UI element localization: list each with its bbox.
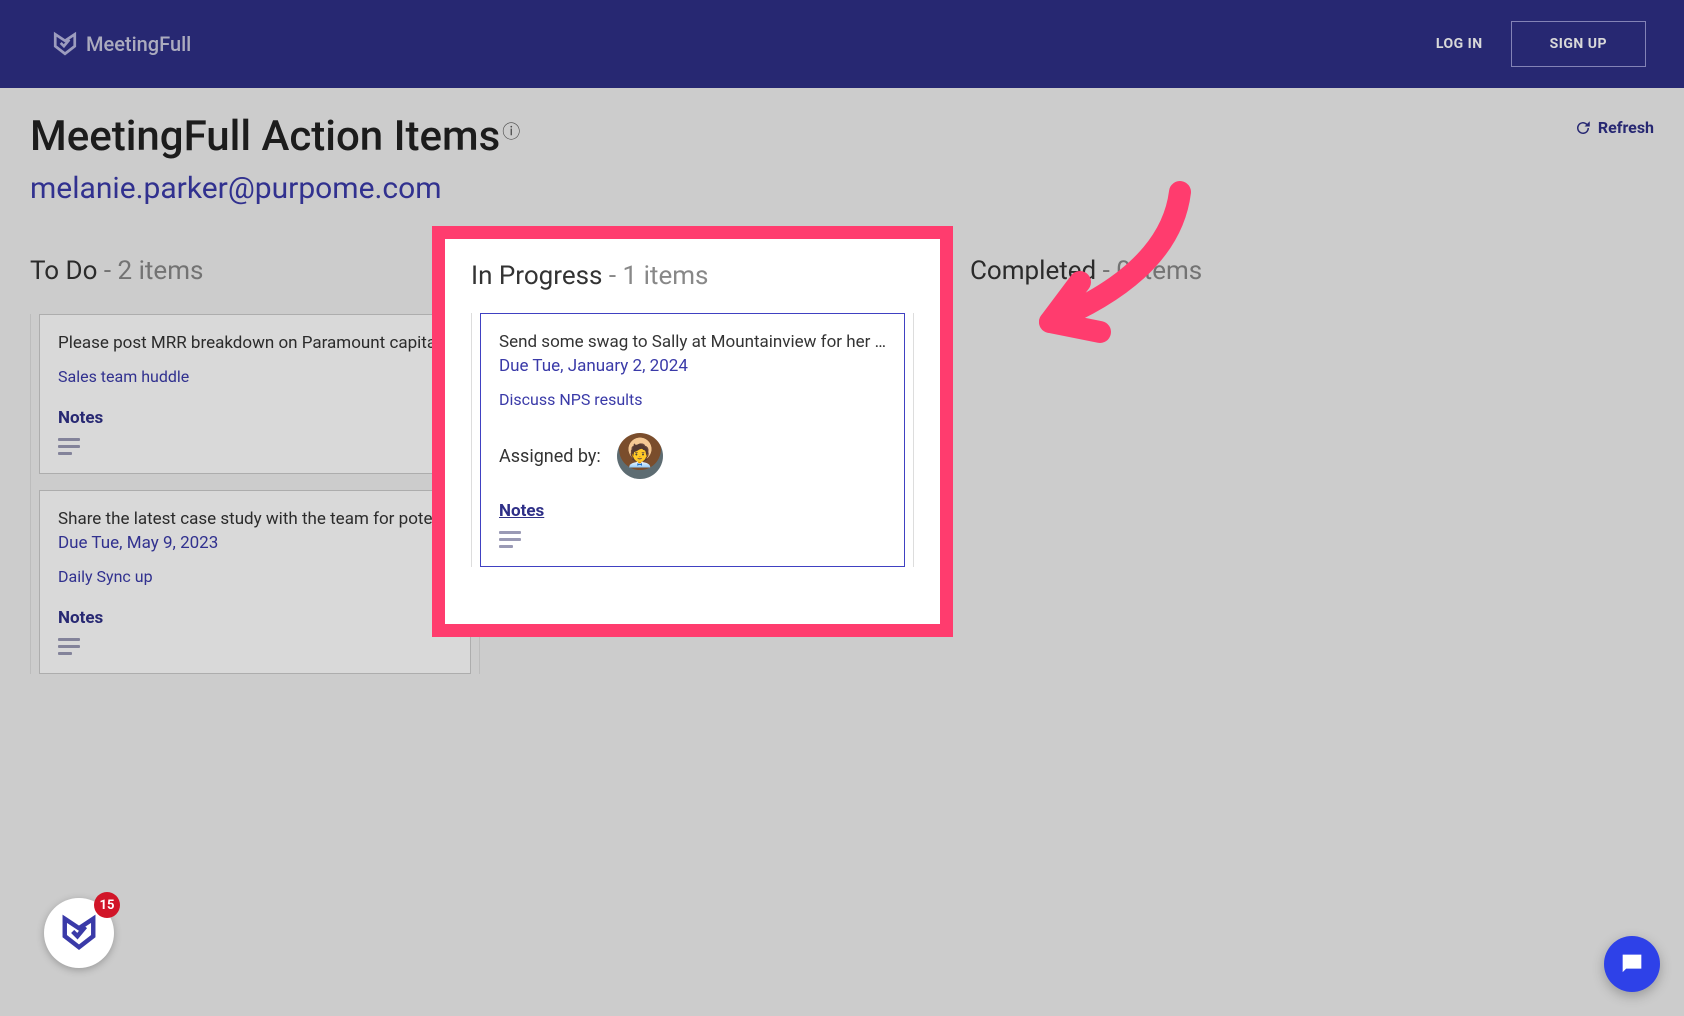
column-todo: To Do - 2 items Please post MRR breakdow… — [30, 256, 480, 690]
card-due: Due Tue, May 9, 2023 — [58, 533, 452, 553]
help-icon[interactable]: ⓘ — [502, 118, 520, 144]
assigned-by-label: Assigned by: — [499, 446, 601, 467]
refresh-icon — [1574, 119, 1592, 137]
highlight-frame: In Progress - 1 items Send some swag to … — [432, 226, 953, 637]
fab-badge: 15 — [94, 892, 120, 918]
column-header-inprogress: In Progress - 1 items — [471, 261, 914, 291]
chat-button[interactable] — [1604, 936, 1660, 992]
logo-icon — [52, 31, 78, 57]
signup-button[interactable]: SIGN UP — [1511, 21, 1646, 67]
card[interactable]: Share the latest case study with the tea… — [39, 490, 471, 674]
card-title: Send some swag to Sally at Mountainview … — [499, 332, 886, 352]
card-due: Due Tue, January 2, 2024 — [499, 356, 886, 376]
column-header-completed: Completed - 0 items — [970, 256, 1420, 286]
card-meeting-link[interactable]: Discuss NPS results — [499, 390, 886, 409]
column-header-todo: To Do - 2 items — [30, 256, 480, 286]
avatar[interactable]: 🧑‍💼 — [617, 433, 663, 479]
header: MeetingFull LOG IN SIGN UP — [0, 0, 1684, 88]
logo-icon — [60, 914, 98, 952]
card-meeting-link[interactable]: Daily Sync up — [58, 567, 452, 586]
chat-icon — [1618, 950, 1646, 978]
notes-label: Notes — [499, 501, 886, 521]
notes-label: Notes — [58, 608, 452, 628]
refresh-button[interactable]: Refresh — [1574, 118, 1654, 137]
brand-name: MeetingFull — [86, 32, 191, 56]
notes-icon[interactable] — [499, 531, 521, 548]
column-completed: Completed - 0 items — [970, 256, 1420, 690]
notes-icon[interactable] — [58, 638, 80, 655]
notes-icon[interactable] — [58, 438, 80, 455]
card[interactable]: Please post MRR breakdown on Paramount c… — [39, 314, 471, 474]
card-meeting-link[interactable]: Sales team huddle — [58, 367, 452, 386]
notes-label: Notes — [58, 408, 452, 428]
card[interactable]: Send some swag to Sally at Mountainview … — [480, 313, 905, 567]
fab-button[interactable]: 15 — [44, 898, 114, 968]
user-email: melanie.parker@purpome.com — [30, 171, 1654, 206]
card-title: Please post MRR breakdown on Paramount c… — [58, 333, 452, 353]
logo[interactable]: MeetingFull — [52, 31, 191, 57]
login-link[interactable]: LOG IN — [1436, 36, 1483, 52]
page-title: MeetingFull Action Items ⓘ — [30, 112, 520, 161]
card-title: Share the latest case study with the tea… — [58, 509, 452, 529]
